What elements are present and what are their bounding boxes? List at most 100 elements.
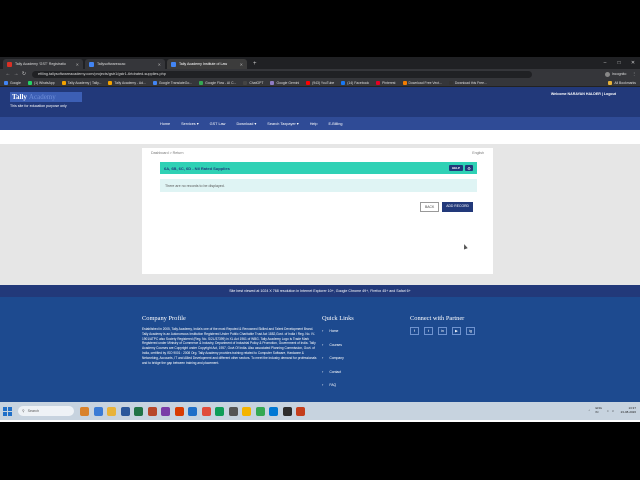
bookmark-favicon-icon [243,80,248,85]
quick-link[interactable]: Courses [322,342,354,347]
taskbar-app-icon[interactable] [93,406,103,416]
bookmark-item[interactable]: Google TranslateGo... [152,80,192,85]
window-controls: – □ ✕ [598,57,640,69]
app-window: Tally Academy 'GST' Registratio ✕ Tallysof… [0,57,640,422]
back-arrow-icon[interactable]: ← [4,71,12,77]
taskbar-app-icon[interactable] [107,406,116,416]
gear-icon[interactable]: ⚙ [465,165,473,171]
welcome-logout[interactable]: Welcome NARAYAN HALDER | Logout [551,92,616,96]
action-buttons: BACK ADD RECORD [419,202,473,212]
social-icon[interactable]: t [424,327,433,335]
quick-link[interactable]: Contact [322,369,354,374]
clock[interactable]: 13:37 23-08-2026 [621,406,636,415]
close-icon[interactable]: ✕ [626,57,640,69]
minimize-icon[interactable]: – [598,57,612,69]
browser-tab[interactable]: Tally Academy 'GST' Registratio ✕ [3,59,83,69]
taskbar-app-icon[interactable] [282,406,292,416]
bookmark-item[interactable]: Download Free Vect... [402,80,442,85]
taskbar-language[interactable]: ENG IN [595,407,602,414]
add-record-button[interactable]: ADD RECORD [442,202,473,212]
nav-item[interactable]: Home [160,122,170,126]
taskbar-app-icon[interactable] [201,406,211,416]
bookmark-favicon-icon [152,80,157,85]
bookmark-favicon-icon [448,80,453,85]
taskbar-search[interactable]: ⚲ Search [18,406,74,416]
social-icon[interactable]: f [410,327,419,335]
taskbar-app-icon[interactable] [296,406,305,416]
bookmark-item[interactable]: Google Gemini [270,80,299,85]
maximize-icon[interactable]: □ [612,57,626,69]
browser-tab[interactable]: Tallysoftwareacac ✕ [85,59,165,69]
forward-arrow-icon[interactable]: → [12,71,20,77]
close-tab-icon[interactable]: ✕ [158,62,161,67]
close-tab-icon[interactable]: ✕ [76,62,79,67]
taskbar-app-icon[interactable] [80,406,89,416]
nav-item[interactable]: E-Billing [329,122,343,126]
bookmark-item[interactable]: Google [4,80,21,85]
social-icon[interactable]: ig [466,327,475,335]
bookmark-item[interactable]: (1) WhatsApp [27,80,55,85]
breadcrumb[interactable]: Dashboard > Return [151,151,183,155]
incognito-indicator[interactable]: Incognito ⋮ [604,71,636,77]
close-tab-icon[interactable]: ✕ [240,62,243,67]
search-icon: ⚲ [22,409,25,413]
connect-partner: Connect with Partner f t in ▶ ig [410,315,480,335]
taskbar-app-icon[interactable] [161,406,170,416]
quick-link[interactable]: FAQ [322,382,354,387]
help-button[interactable]: HELP [448,165,463,171]
chevron-up-icon[interactable]: ⌃ [588,409,591,413]
bookmark-favicon-icon [376,80,381,85]
back-button[interactable]: BACK [419,202,440,212]
browser-tab[interactable]: Tally Academy Institute of Law ✕ [167,59,247,69]
bookmark-favicon-icon [306,80,311,85]
bookmark-favicon-icon [27,80,32,85]
section-title: 6A, 6B, 6C, 6D - Nil Rated Supplies [164,165,230,171]
taskbar-app-icon[interactable] [269,406,278,416]
site-header: Tally Academy This site for education pu… [0,87,640,117]
bookmark-favicon-icon [61,80,66,85]
bookmark-item[interactable]: Google Flow - AI C... [199,80,236,85]
taskbar-app-icon[interactable] [188,406,197,416]
volume-icon[interactable]: ♬ [612,409,615,413]
menu-dots-icon[interactable]: ⋮ [632,72,636,76]
social-icon[interactable]: in [438,327,447,335]
bookmark-item[interactable]: Tally Academy | Tally... [61,80,101,85]
taskbar-app-icon[interactable] [134,406,143,416]
nav-item[interactable]: Services ▾ [181,121,199,126]
education-note: This site for education purpose only [10,104,67,108]
taskbar-app-icon[interactable] [242,406,251,416]
site-footer: Company Profile Established in 2005, Tal… [0,297,640,407]
quick-link[interactable]: Company [322,355,354,360]
bookmark-favicon-icon [270,80,275,85]
bookmarks-bar: Google (1) WhatsApp Tally Academy | Tally.… [0,79,640,87]
url-field[interactable]: efiling.tallysoftwareacademy.com/project… [32,70,532,78]
bookmark-favicon-icon [341,80,346,85]
taskbar-app-icon[interactable] [215,406,224,416]
windows-start-icon[interactable] [3,406,12,416]
taskbar-app-icon[interactable] [255,406,265,416]
wifi-icon[interactable]: ≈ [607,409,609,413]
section-header: 6A, 6B, 6C, 6D - Nil Rated Supplies HELP… [160,162,477,174]
bookmark-item[interactable]: Download this Free... [448,80,487,85]
bookmark-item[interactable]: (943) YouTube [306,80,334,85]
language-selector[interactable]: English [472,151,484,155]
taskbar-app-icon[interactable] [174,406,184,416]
nav-item[interactable]: Download ▾ [236,121,256,126]
bookmark-item[interactable]: Pinterest [376,80,396,85]
taskbar-app-icon[interactable] [147,406,157,416]
company-text: Established in 2005, Tally Academy, Indi… [142,327,317,365]
social-icon[interactable]: ▶ [452,327,461,335]
taskbar-app-icon[interactable] [228,406,238,416]
nav-item[interactable]: Help [310,122,318,126]
nav-item[interactable]: GST Law [210,122,226,126]
quick-link[interactable]: Home [322,328,354,333]
new-tab-button[interactable]: + [249,59,261,69]
reload-icon[interactable]: ↻ [20,71,28,77]
bookmark-item[interactable]: Tally Academy - Ad... [108,80,146,85]
all-bookmarks-button[interactable]: All Bookmarks [608,80,636,85]
bookmark-item[interactable]: ChatGPT [243,80,263,85]
taskbar-app-icon[interactable] [120,406,130,416]
bookmark-item[interactable]: (14) Facebook [341,80,369,85]
tally-academy-logo[interactable]: Tally Academy [10,92,82,102]
nav-item[interactable]: Search Taxpayer ▾ [267,121,298,126]
